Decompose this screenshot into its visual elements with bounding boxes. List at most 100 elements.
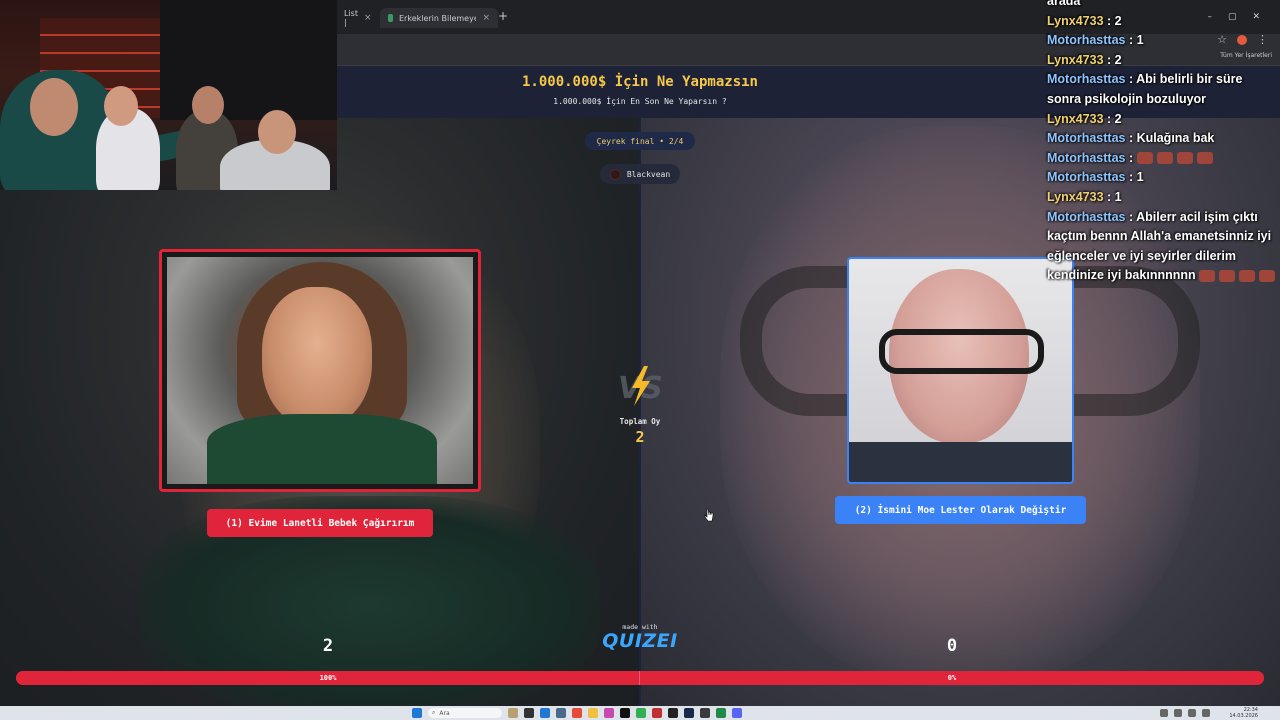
new-tab-button[interactable]: +	[498, 9, 508, 23]
emote-icon	[1176, 152, 1193, 165]
chat-message: Motorhasttas : Abilerr acil işim çıktı k…	[1040, 208, 1280, 286]
chat-message: arada	[1040, 0, 1280, 12]
volume-icon[interactable]	[1202, 709, 1210, 717]
emote-icon	[1136, 152, 1153, 165]
chat-text: : 1	[1103, 189, 1122, 204]
windows-start-icon[interactable]	[412, 708, 422, 718]
steam-icon[interactable]	[684, 708, 694, 718]
chat-message: Motorhasttas : Kulağına bak	[1040, 129, 1280, 149]
doll-shirt	[207, 414, 437, 484]
chrome-icon[interactable]	[572, 708, 582, 718]
chat-text: arada	[1047, 0, 1081, 8]
chat-message: Motorhasttas : 1	[1040, 31, 1280, 51]
chat-username[interactable]: Motorhasttas	[1047, 131, 1125, 145]
chat-text: : 1	[1125, 170, 1144, 185]
mouse-cursor-icon	[704, 508, 714, 522]
browser-tab-list[interactable]: List | ×	[336, 8, 378, 28]
doll-face	[262, 287, 372, 427]
chat-message: Motorhasttas : Abi belirli bir süre sonr…	[1040, 70, 1280, 109]
chat-username[interactable]: Lynx4733	[1047, 190, 1104, 204]
chat-username[interactable]: Motorhasttas	[1047, 170, 1125, 184]
tab-label: List |	[344, 9, 358, 27]
tab-label: Erkeklerin Bilemeyeceği Şeyler	[399, 13, 477, 23]
settings-icon[interactable]	[556, 708, 566, 718]
vs-lightning-icon: VS	[618, 366, 663, 406]
option2-percent: 0%	[947, 674, 957, 682]
emote-icon	[1259, 270, 1276, 283]
webcam-person-head	[192, 86, 224, 124]
webcam-overlay	[0, 0, 337, 190]
chat-username[interactable]: Motorhasttas	[1047, 33, 1125, 47]
instagram-icon[interactable]	[604, 708, 614, 718]
windows-taskbar: ⌕ Ara 22:34 14.03.2026	[0, 706, 1280, 720]
taskbar-search[interactable]: ⌕ Ara	[428, 708, 502, 718]
folder-icon[interactable]	[588, 708, 598, 718]
chat-message: Motorhasttas : 1	[1040, 168, 1280, 188]
browser-tab-quiz[interactable]: Erkeklerin Bilemeyeceği Şeyler ×	[380, 8, 498, 28]
chat-message: Motorhasttas :	[1040, 149, 1280, 169]
chat-emotes	[1199, 270, 1276, 283]
taskbar-apps: ⌕ Ara	[412, 708, 742, 718]
option1-button[interactable]: (1) Evime Lanetli Bebek Çağırırım	[207, 509, 433, 537]
total-votes-label: Toplam Oy	[619, 417, 661, 426]
excel-icon[interactable]	[716, 708, 726, 718]
search-icon: ⌕	[432, 709, 436, 716]
emote-icon	[1239, 270, 1256, 283]
chat-text: : 2	[1103, 52, 1122, 67]
chat-username[interactable]: Lynx4733	[1047, 53, 1104, 67]
tiktok-icon[interactable]	[620, 708, 630, 718]
emote-icon	[1156, 152, 1173, 165]
wifi-icon[interactable]	[1188, 709, 1196, 717]
webcam-person-head	[104, 86, 138, 126]
round-label: Çeyrek final • 2/4	[596, 136, 684, 146]
chat-text: :	[1125, 150, 1137, 165]
chat-emotes	[1136, 152, 1213, 165]
tray-icon[interactable]	[1160, 709, 1168, 717]
chat-text: : 2	[1103, 13, 1122, 28]
app-icon[interactable]	[524, 708, 534, 718]
option1-card[interactable]	[159, 249, 481, 492]
task-view-icon[interactable]	[508, 708, 518, 718]
discord-icon[interactable]	[732, 708, 742, 718]
close-icon[interactable]: ×	[364, 13, 372, 23]
chat-text: : 1	[1125, 33, 1144, 48]
man-shirt	[849, 442, 1072, 482]
chat-username[interactable]: Motorhasttas	[1047, 72, 1125, 86]
option2-button[interactable]: (2) İsmini Moe Lester Olarak Değiştir	[835, 496, 1086, 524]
chat-username[interactable]: Lynx4733	[1047, 14, 1104, 28]
total-votes-value: 2	[635, 428, 645, 446]
webcam-person-head	[30, 78, 78, 136]
tray-icon[interactable]	[1174, 709, 1182, 717]
close-icon[interactable]: ×	[482, 13, 490, 23]
vote-progress-fill	[16, 671, 1264, 685]
chat-username[interactable]: Motorhasttas	[1047, 151, 1125, 165]
progress-midline	[639, 671, 640, 685]
creator-name: Blackvean	[626, 169, 671, 179]
quizei-logo[interactable]: QUIZEI	[598, 630, 682, 652]
round-badge: Çeyrek final • 2/4	[585, 132, 695, 150]
taskbar-clock[interactable]: 22:34 14.03.2026	[1229, 707, 1258, 719]
creator-badge[interactable]: Blackvean	[600, 164, 680, 184]
clock-date: 14.03.2026	[1229, 713, 1258, 719]
creator-avatar	[609, 168, 621, 180]
chat-username[interactable]: Motorhasttas	[1047, 210, 1125, 224]
webcam-curtain	[160, 0, 337, 120]
chatgpt-icon[interactable]	[668, 708, 678, 718]
whatsapp-icon[interactable]	[636, 708, 646, 718]
edge-icon[interactable]	[540, 708, 550, 718]
chat-text: : 2	[1103, 111, 1122, 126]
option2-card[interactable]	[847, 257, 1074, 484]
favicon-icon	[388, 14, 393, 22]
webcam-person-head	[258, 110, 296, 154]
search-placeholder: Ara	[439, 709, 450, 717]
emote-icon	[1219, 270, 1236, 283]
option2-image	[849, 259, 1072, 482]
vote-progress-bar: 100% 0%	[16, 671, 1264, 685]
chat-message: Lynx4733 : 1	[1040, 188, 1280, 208]
emote-icon	[1199, 270, 1216, 283]
chat-message: Lynx4733 : 2	[1040, 12, 1280, 32]
app-icon[interactable]	[700, 708, 710, 718]
chat-username[interactable]: Lynx4733	[1047, 112, 1104, 126]
app-icon[interactable]	[652, 708, 662, 718]
emote-icon	[1196, 152, 1213, 165]
